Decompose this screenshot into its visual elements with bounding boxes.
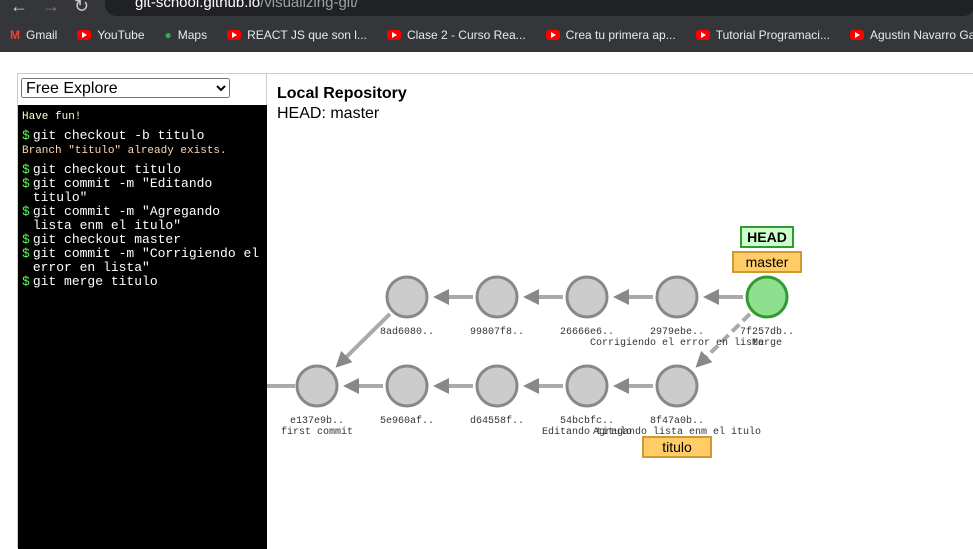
youtube-icon <box>227 30 242 40</box>
maps-icon: ● <box>164 28 172 42</box>
branch-master-label: master <box>746 254 789 270</box>
forward-icon[interactable]: → <box>42 0 60 17</box>
commit-message: first commit <box>281 426 353 438</box>
commit-node <box>565 275 609 319</box>
bookmark-label: Gmail <box>26 28 58 42</box>
bookmark-item[interactable]: Agustin Navarro Ga... <box>849 28 973 42</box>
terminal-command: $ git commit -m "Agregando lista enm el i… <box>22 205 263 233</box>
bookmark-label: Clase 2 - Curso Rea... <box>406 28 526 42</box>
youtube-icon <box>695 30 710 40</box>
youtube-icon <box>849 30 864 40</box>
prompt-symbol: $ <box>22 204 30 219</box>
url-path: /visualizing-git/ <box>260 0 359 11</box>
terminal-command: $ git commit -m "Corrigiendo el error en … <box>22 247 263 275</box>
gmail-icon: M <box>10 28 20 42</box>
command-text: git commit -m "Agregando lista enm el it… <box>32 204 221 233</box>
terminal-output: Branch "titulo" already exists. <box>22 145 227 157</box>
left-panel: Free Explore Have fun! $ git checkout -b … <box>17 73 267 549</box>
bookmark-label: Crea tu primera ap... <box>565 28 676 42</box>
repo-panel: Local Repository HEAD: master 8ad6080.. 9… <box>267 73 973 548</box>
commit-id: 8ad6080.. <box>380 326 434 338</box>
terminal[interactable]: Have fun! $ git checkout -b titulo Branch … <box>18 105 267 549</box>
prompt-symbol: $ <box>22 274 30 289</box>
bookmark-label: Agustin Navarro Ga... <box>869 28 973 42</box>
bookmark-item[interactable]: YouTube <box>77 28 145 42</box>
bookmark-label: YouTube <box>97 28 145 42</box>
bookmark-label: Maps <box>177 28 208 42</box>
branch-titulo-label: titulo <box>662 439 692 455</box>
prompt-symbol: $ <box>22 246 30 261</box>
commit-node <box>655 275 699 319</box>
terminal-command: $ git commit -m "Editando titulo" <box>22 177 263 205</box>
terminal-command: $ git checkout titulo <box>22 163 263 177</box>
commit-id: 8f47a0b.. <box>650 415 704 427</box>
youtube-icon <box>77 30 92 40</box>
commit-id: 99807f8.. <box>470 326 524 338</box>
commit-node <box>745 275 789 319</box>
bookmark-item[interactable]: M Gmail <box>10 28 57 42</box>
bookmarks-bar: M Gmail YouTube ● Maps REACT JS que son l... C… <box>0 18 973 52</box>
bookmark-item[interactable]: Crea tu primera ap... <box>545 28 676 42</box>
terminal-command: $ git checkout master <box>22 233 263 247</box>
browser-toolbar: ← → ↻ git-school.github.io/visualizing-g… <box>0 0 973 18</box>
commit-node <box>475 364 519 408</box>
terminal-greeting: Have fun! <box>22 111 82 123</box>
commit-id: e137e9b.. <box>290 415 344 427</box>
commit-id: 2979ebe.. <box>650 326 704 338</box>
terminal-command: $ git merge titulo <box>22 275 263 289</box>
commit-id: d64558f.. <box>470 415 524 427</box>
commit-node <box>385 275 429 319</box>
command-text: git checkout master <box>32 232 182 247</box>
command-text: git checkout -b titulo <box>32 128 205 143</box>
address-bar[interactable]: git-school.github.io/visualizing-git/ <box>105 0 973 16</box>
commit-id: 54bcbfc.. <box>560 415 614 427</box>
command-text: git checkout titulo <box>32 162 182 177</box>
commit-node <box>655 364 699 408</box>
commit-graph: 8ad6080.. 99807f8.. 26666e6.. 2979ebe..Corr… <box>267 226 802 458</box>
prompt-symbol: $ <box>22 176 30 191</box>
commit-message: Corrigiendo el error en lista <box>590 337 764 349</box>
commit-id: 7f257db.. <box>740 326 794 338</box>
commit-node <box>385 364 429 408</box>
commit-node <box>475 275 519 319</box>
bookmark-label: Tutorial Programaci... <box>715 28 830 42</box>
prompt-symbol: $ <box>22 232 30 247</box>
terminal-command: $ git checkout -b titulo <box>22 129 263 143</box>
reload-icon[interactable]: ↻ <box>74 0 89 17</box>
commit-message: Merge <box>752 338 782 349</box>
url-host: git-school.github.io <box>135 0 261 11</box>
parent-arrow <box>335 312 392 368</box>
bookmark-item[interactable]: ● Maps <box>165 28 208 42</box>
command-text: git commit -m "Editando titulo" <box>32 176 213 205</box>
bookmark-item[interactable]: Clase 2 - Curso Rea... <box>386 28 526 42</box>
head-ref-label: HEAD <box>747 229 787 245</box>
commit-node <box>295 364 339 408</box>
mode-select[interactable]: Free Explore <box>21 78 230 98</box>
commit-node <box>565 364 609 408</box>
command-text: git commit -m "Corrigiendo el error en l… <box>32 246 260 275</box>
back-icon[interactable]: ← <box>10 0 28 17</box>
commit-id: 26666e6.. <box>560 327 614 338</box>
commit-id: 5e960af.. <box>380 415 434 427</box>
prompt-symbol: $ <box>22 128 30 143</box>
youtube-icon <box>386 30 401 40</box>
command-text: git merge titulo <box>32 274 158 289</box>
youtube-icon <box>545 30 560 40</box>
prompt-symbol: $ <box>22 162 30 177</box>
bookmark-label: REACT JS que son l... <box>247 28 367 42</box>
bookmark-item[interactable]: REACT JS que son l... <box>227 28 367 42</box>
bookmark-item[interactable]: Tutorial Programaci... <box>695 28 830 42</box>
